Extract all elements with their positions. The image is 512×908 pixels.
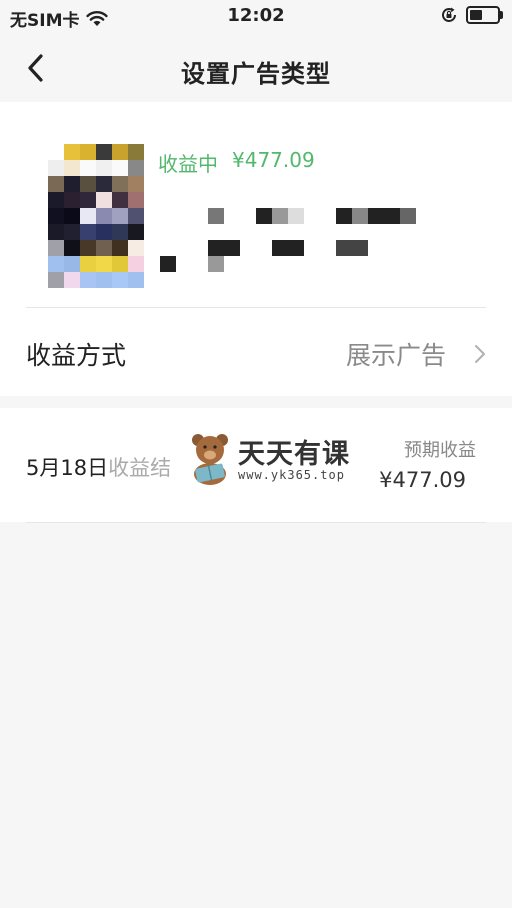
watermark-url: www.yk365.top xyxy=(238,468,345,482)
battery-icon xyxy=(466,6,503,24)
earnings-card: 5月18日收益结 天天有课 www.yk365.top 预期收益 ¥477.09 xyxy=(0,408,512,522)
ad-card: 收益中 ¥477.09 收益方式 展示广告 xyxy=(0,102,512,396)
watermark: 天天有课 www.yk365.top xyxy=(184,428,374,498)
expected-earnings-label: 预期收益 xyxy=(404,440,476,461)
earnings-date: 5月18日收益结 xyxy=(26,452,171,482)
income-method-row[interactable]: 收益方式 展示广告 xyxy=(0,308,512,396)
earnings-date-prefix: 5月18日 xyxy=(26,456,109,480)
watermark-title: 天天有课 xyxy=(238,439,350,470)
income-status: 收益中 xyxy=(158,152,218,176)
page-title: 设置广告类型 xyxy=(181,60,331,88)
battery-level xyxy=(470,10,482,20)
status-bar: 无SIM卡 12:02 xyxy=(0,0,512,34)
income-method-value: 展示广告 xyxy=(345,341,446,370)
earnings-date-suffix: 收益结 xyxy=(108,456,172,480)
chevron-right-icon xyxy=(475,345,485,363)
rotation-lock-icon xyxy=(442,7,456,22)
income-amount: ¥477.09 xyxy=(232,148,315,172)
status-time: 12:02 xyxy=(227,5,285,26)
expected-earnings-value: ¥477.09 xyxy=(379,468,466,492)
bear-logo-icon xyxy=(192,434,228,485)
income-row: 收益中 ¥477.09 xyxy=(158,148,315,177)
status-right xyxy=(440,6,503,24)
income-method-label: 收益方式 xyxy=(26,341,127,370)
earnings-divider xyxy=(26,522,486,523)
nav-bar: 设置广告类型 xyxy=(0,34,512,102)
